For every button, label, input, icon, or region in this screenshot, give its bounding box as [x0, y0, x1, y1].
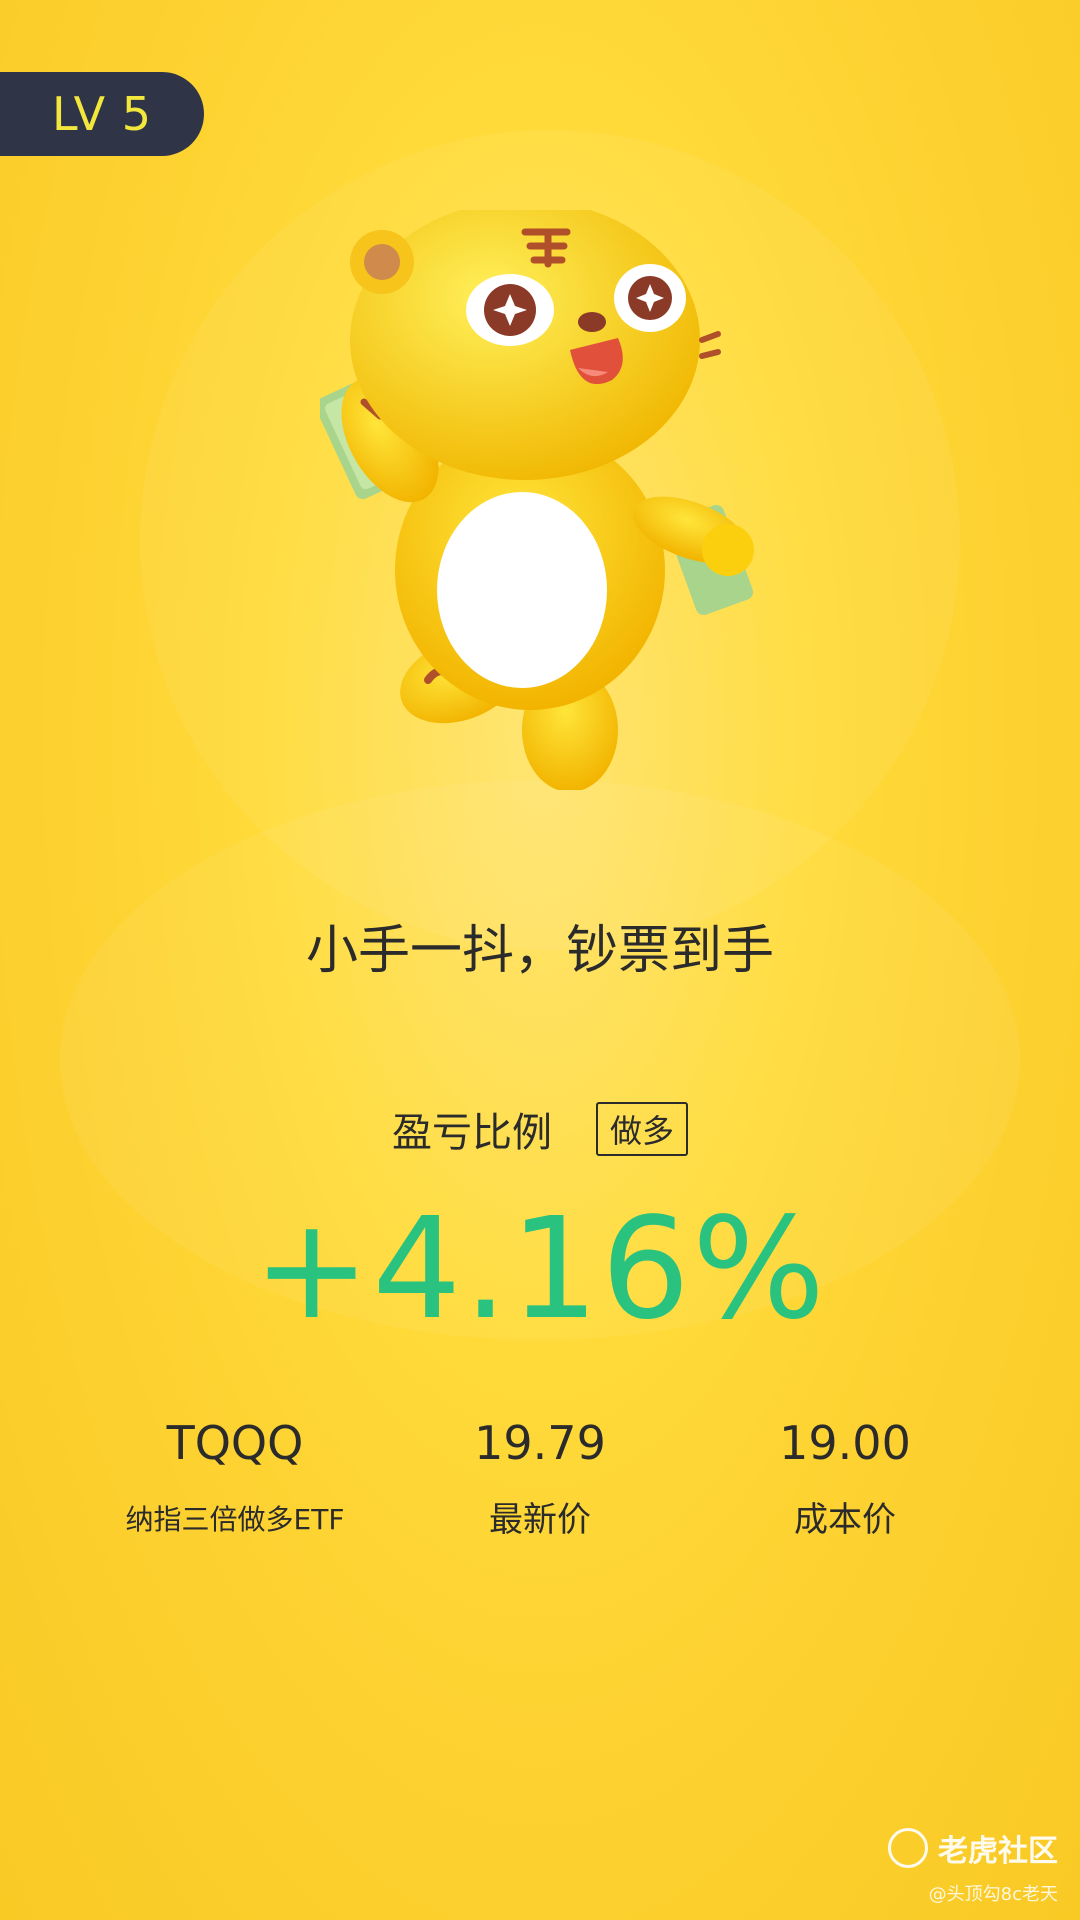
slogan-text: 小手一抖，钞票到手: [305, 921, 774, 981]
cost-price-label: 成本价: [794, 1500, 896, 1540]
cost-price-info: 19.00 成本价: [745, 1416, 945, 1541]
tiger-mascot-illustration: [315, 200, 790, 792]
profit-ratio-label: 盈亏比例: [391, 1110, 552, 1156]
latest-price-label: 最新价: [489, 1500, 591, 1540]
cost-price-value: 19.00: [779, 1416, 911, 1470]
level-label: LV 5: [52, 87, 152, 141]
position-direction-tag: 做多: [595, 1102, 688, 1156]
stock-name: 纳指三倍做多ETF: [125, 1503, 345, 1536]
stock-ticker: TQQQ: [166, 1416, 304, 1470]
profit-ratio-value: +4.16%: [252, 1188, 828, 1351]
latest-price-info: 19.79 最新价: [440, 1416, 640, 1541]
stock-info: TQQQ 纳指三倍做多ETF: [110, 1416, 360, 1538]
profit-ratio-header: 盈亏比例 做多: [0, 1100, 1080, 1158]
tiger-logo-icon: [888, 1828, 928, 1868]
level-badge: LV 5: [0, 72, 204, 156]
brand-watermark: 老虎社区: [888, 1826, 1058, 1870]
watermark-credit: @头顶勾8c老天: [928, 1884, 1058, 1905]
watermark-brand: 老虎社区: [938, 1834, 1058, 1869]
latest-price-value: 19.79: [474, 1416, 606, 1470]
